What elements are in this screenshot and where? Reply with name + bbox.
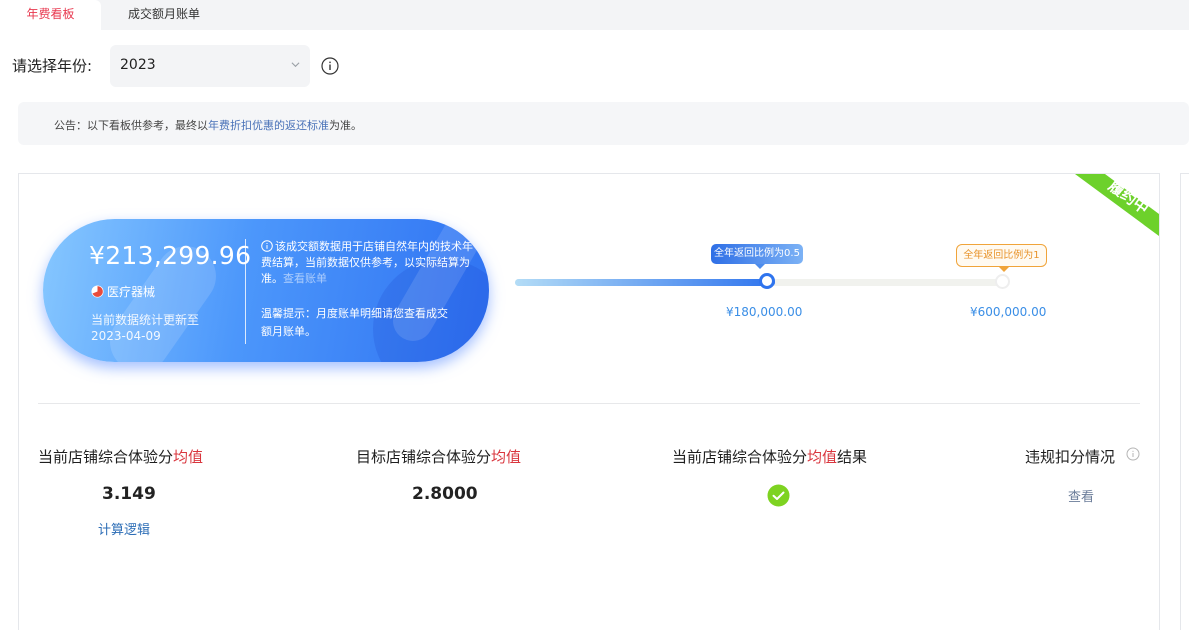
- tab-annual-fee-board[interactable]: 年费看板: [0, 0, 101, 30]
- current-score-value: 3.149: [102, 484, 156, 504]
- milestone-value-full: ¥600,000.00: [970, 305, 1047, 319]
- milestone-marker-current: [759, 273, 775, 289]
- update-info: 当前数据统计更新至 2023-04-09: [91, 312, 199, 344]
- year-select[interactable]: 2023: [110, 45, 310, 87]
- category-tag: 医疗器械: [91, 283, 155, 299]
- info-icon[interactable]: [321, 57, 339, 75]
- divider: [245, 239, 246, 344]
- target-score-title: 目标店铺综合体验分均值: [356, 448, 522, 466]
- update-label: 当前数据统计更新至: [91, 313, 200, 327]
- score-result-title: 当前店铺综合体验分均值结果: [672, 448, 868, 466]
- milestone-tooltip-half: 全年返回比例为0.5: [711, 244, 803, 269]
- transaction-amount: ¥213,299.96: [89, 241, 252, 270]
- monthly-bill-tip: 温馨提示：月度账单明细请您查看成交额月账单。: [261, 307, 448, 338]
- milestone-tooltip-full: 全年返回比例为1: [956, 244, 1047, 272]
- year-label: 请选择年份:: [12, 57, 93, 75]
- tab-bar: 年费看板 成交额月账单: [0, 0, 1189, 30]
- section-divider: [38, 403, 1140, 404]
- amount-summary-card: ¥213,299.96 医疗器械 当前数据统计更新至 2023-04-09 该成…: [43, 219, 489, 362]
- year-selector-row: 请选择年份: 2023: [12, 45, 372, 87]
- notice-text: 公告：以下看板供参考，最终以年费折扣优惠的返还标准为准。: [54, 117, 362, 133]
- notice-link[interactable]: 年费折扣优惠的返还标准: [208, 119, 329, 132]
- check-circle-icon: [767, 484, 790, 507]
- info-icon[interactable]: [1126, 447, 1140, 461]
- status-ribbon: 履约中: [1075, 174, 1159, 236]
- view-violations-link[interactable]: 查看: [1068, 486, 1094, 505]
- year-select-value: 2023: [120, 57, 156, 73]
- view-bill-link[interactable]: 查看账单: [283, 272, 327, 285]
- update-date: 2023-04-09: [91, 329, 161, 343]
- info-icon: [261, 240, 273, 252]
- chevron-down-icon: [291, 62, 300, 68]
- tab-monthly-bill[interactable]: 成交额月账单: [112, 0, 216, 30]
- category-label: 医疗器械: [107, 285, 156, 299]
- data-usage-note: 该成交额数据用于店铺自然年内的技术年费结算，当前数据仅供参考，以实际结算为准。查…: [261, 239, 473, 287]
- pie-chart-icon: [91, 285, 104, 298]
- calculation-logic-link[interactable]: 计算逻辑: [98, 519, 150, 538]
- violation-title: 违规扣分情况: [1025, 448, 1116, 466]
- milestone-marker-target: [995, 274, 1010, 289]
- notice-prefix: 公告：以下看板供参考，最终以: [54, 119, 208, 132]
- notice-banner: 公告：以下看板供参考，最终以年费折扣优惠的返还标准为准。: [18, 102, 1189, 145]
- next-card-edge: [1180, 173, 1189, 630]
- rebate-progress-fill: [515, 279, 775, 286]
- notice-suffix: 为准。: [329, 119, 362, 132]
- annual-fee-card: 履约中 ¥213,299.96 医疗器械 当前数据统计更新至 2023-04-0…: [18, 173, 1160, 630]
- target-score-value: 2.8000: [412, 484, 478, 504]
- current-score-title: 当前店铺综合体验分均值: [38, 448, 204, 466]
- milestone-value-half: ¥180,000.00: [726, 305, 803, 319]
